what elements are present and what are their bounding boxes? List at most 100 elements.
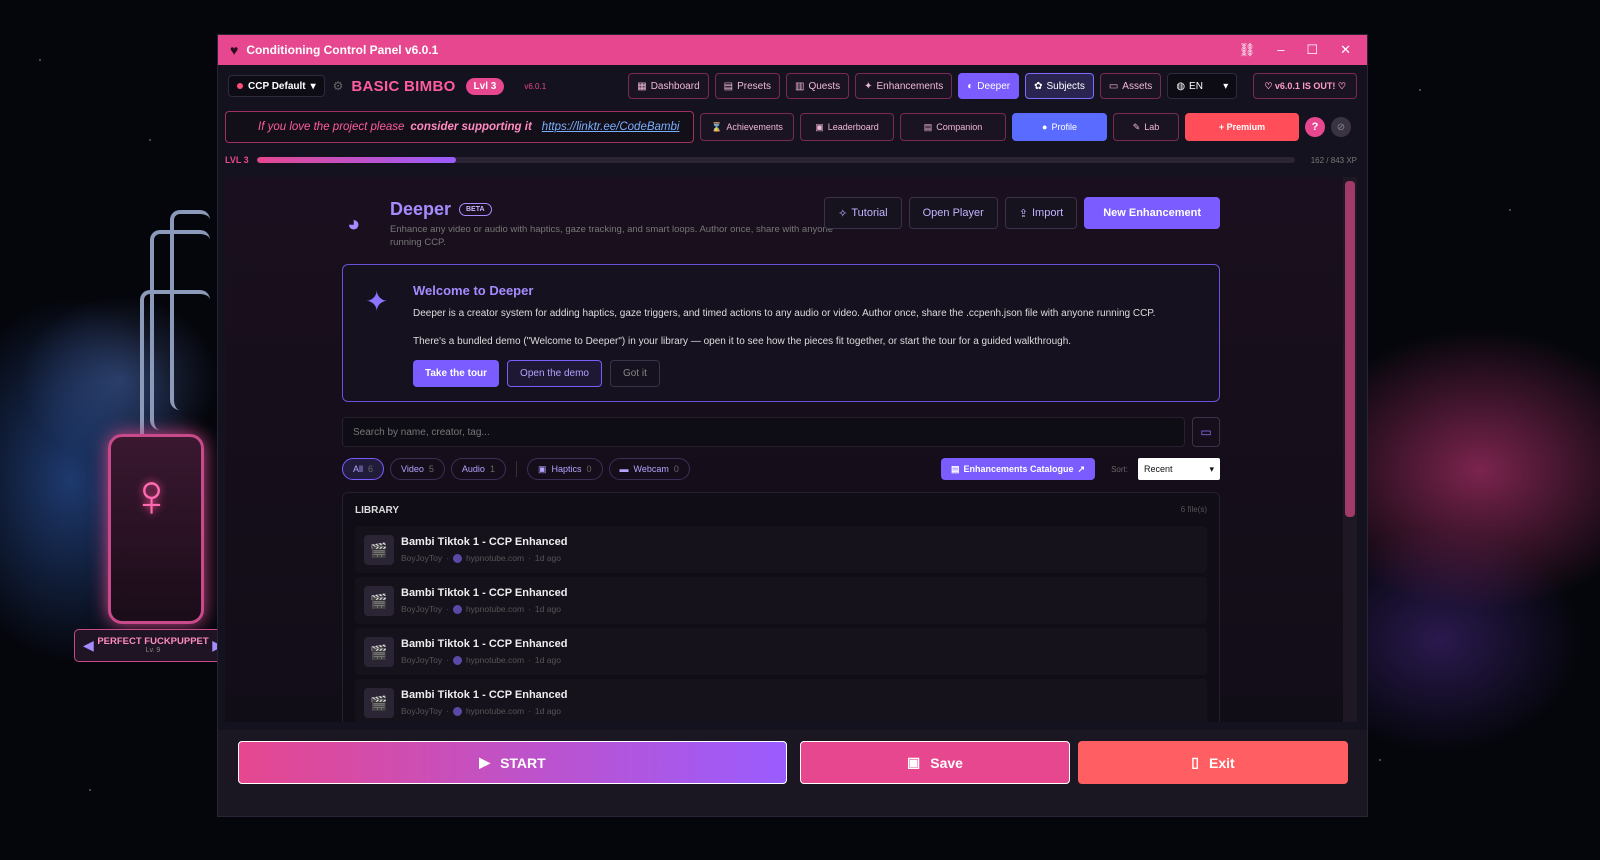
minimize-icon[interactable]: –	[1277, 42, 1284, 58]
chevron-down-icon: ▾	[1223, 80, 1229, 92]
clapperboard-icon: 🎬	[364, 637, 394, 667]
open-demo-button[interactable]: Open the demo	[507, 360, 602, 387]
list-item[interactable]: 🎬 Bambi Tiktok 1 - CCP Enhanced BoyJoyTo…	[355, 577, 1207, 624]
heart-icon: ♡	[1335, 80, 1346, 91]
user-icon: ●	[1042, 122, 1048, 132]
nav-presets[interactable]: ▤ Presets	[714, 73, 780, 99]
action-bar: ▶ START ▣ Save ▯ Exit	[218, 730, 1367, 816]
filter-audio[interactable]: Audio 1	[450, 458, 506, 480]
save-button[interactable]: ▣ Save	[800, 741, 1070, 784]
haptics-icon: ▣	[537, 463, 547, 474]
scrollbar-thumb[interactable]	[1345, 181, 1355, 517]
open-player-button[interactable]: Open Player	[908, 197, 998, 229]
heart-icon: ♡	[1264, 80, 1275, 91]
nav-lab[interactable]: ✎ Lab	[1113, 113, 1179, 141]
library-panel: LIBRARY 6 file(s) 🎬 Bambi Tiktok 1 - CCP…	[342, 492, 1220, 722]
rank-title: BASIC BIMBO	[351, 77, 456, 95]
start-button[interactable]: ▶ START	[238, 741, 787, 784]
take-tour-button[interactable]: Take the tour	[413, 360, 500, 387]
trophy-icon: ⌛	[711, 121, 723, 132]
page-subtitle: Enhance any video or audio with haptics,…	[390, 224, 834, 248]
chevron-down-icon: ▾	[310, 80, 316, 92]
nav-companion[interactable]: ▤ Companion	[900, 113, 1006, 141]
store-icon: ▤	[951, 463, 960, 474]
filter-haptics[interactable]: ▣ Haptics 0	[526, 458, 603, 480]
secondary-row: If you love the project please consider …	[225, 111, 1357, 143]
nav-profile[interactable]: ● Profile	[1012, 113, 1107, 141]
nav-deeper[interactable]: ◐ Deeper	[958, 73, 1020, 99]
nav-achievements[interactable]: ⌛ Achievements	[700, 113, 794, 141]
exit-door-icon: ▯	[1191, 754, 1200, 770]
preset-dot-icon	[237, 83, 243, 89]
list-item[interactable]: 🎬 Bambi Tiktok 1 - CCP Enhanced BoyJoyTo…	[355, 628, 1207, 675]
support-link[interactable]: https://linktr.ee/CodeBambi	[542, 121, 680, 133]
app-window: ♥ Conditioning Control Panel v6.0.1 ⛓ – …	[217, 34, 1368, 817]
clapperboard-icon: 🎬	[364, 688, 394, 718]
nav-dashboard[interactable]: ▦ Dashboard	[628, 73, 709, 99]
nav-subjects[interactable]: ✿ Subjects	[1025, 73, 1094, 99]
globe-icon	[452, 553, 462, 563]
folder-icon[interactable]: ▭	[1192, 417, 1220, 447]
nav-quests[interactable]: ▥ Quests	[785, 73, 850, 99]
header-row: CCP Default ▾ ⚙ BASIC BIMBO Lvl 3 v6.0.1…	[228, 71, 1357, 101]
link-icon[interactable]: ⛓	[1239, 42, 1256, 58]
beta-badge: BETA	[459, 203, 492, 216]
chevron-down-icon: ▾	[1209, 463, 1214, 474]
exit-button[interactable]: ▯ Exit	[1078, 741, 1348, 784]
import-button[interactable]: ⇪ Import	[1004, 197, 1078, 229]
list-item[interactable]: 🎬 Bambi Tiktok 1 - CCP Enhanced BoyJoyTo…	[355, 679, 1207, 722]
deeper-panel: ◕ Deeper BETA Enhance any video or audio…	[225, 177, 1357, 722]
scrollbar[interactable]	[1343, 177, 1357, 722]
filter-bar: All 6 Video 5 Audio 1 ▣ Haptics 0 ▬ Webcam 0 ▤ E…	[342, 457, 1220, 481]
xp-level-label: LVL 3	[225, 155, 249, 165]
library-count: 6 file(s)	[1180, 505, 1207, 514]
preset-label: CCP Default	[248, 80, 306, 92]
level-badge: Lvl 3	[465, 77, 505, 95]
globe-icon	[452, 706, 462, 716]
webcam-icon: ▬	[619, 464, 629, 474]
xp-progress-fill	[257, 157, 457, 163]
version-label: v6.0.1	[524, 81, 547, 91]
preset-select[interactable]: CCP Default ▾	[228, 75, 325, 97]
nav-assets[interactable]: ▭ Assets	[1099, 73, 1162, 99]
external-icon: ↗	[1077, 463, 1086, 474]
companion-prev-arrow-icon[interactable]: ◀	[83, 637, 94, 654]
close-icon[interactable]: ✕	[1340, 42, 1351, 58]
companion-tube[interactable]: ♀	[108, 434, 204, 624]
sparkle-icon: ✦	[864, 80, 873, 92]
xp-row: LVL 3 162 / 843 XP	[225, 153, 1357, 167]
gear-icon[interactable]: ⚙	[333, 79, 344, 93]
window-title: Conditioning Control Panel v6.0.1	[246, 43, 439, 57]
play-icon: ▶	[479, 754, 491, 770]
nav-leaderboard[interactable]: ▣ Leaderboard	[800, 113, 894, 141]
catalog-button[interactable]: ▤ Enhancements Catalogue ↗	[941, 458, 1096, 480]
new-enhancement-button[interactable]: New Enhancement	[1084, 197, 1220, 229]
companion-tag: ◀ PERFECT FUCKPUPPET Lv. 9 ▶	[74, 629, 232, 662]
filter-webcam[interactable]: ▬ Webcam 0	[608, 458, 690, 480]
language-select[interactable]: ◍ EN ▾	[1167, 73, 1238, 99]
list-item[interactable]: 🎬 Bambi Tiktok 1 - CCP Enhanced BoyJoyTo…	[355, 526, 1207, 573]
nav-enhancements[interactable]: ✦ Enhancements	[855, 73, 953, 99]
welcome-text-1: Deeper is a creator system for adding ha…	[413, 308, 1156, 319]
got-it-button[interactable]: Got it	[609, 360, 660, 387]
presets-icon: ▤	[723, 80, 734, 92]
library-title: LIBRARY	[355, 505, 400, 516]
maximize-icon[interactable]: ☐	[1306, 42, 1318, 58]
page-title: Deeper	[390, 199, 452, 219]
help-icon[interactable]: ?	[1305, 117, 1325, 137]
pen-icon: ✎	[1132, 121, 1141, 132]
companion-name: PERFECT FUCKPUPPET	[97, 636, 209, 647]
sort-select[interactable]: Recent ▾	[1138, 458, 1220, 480]
tutorial-button[interactable]: ✧ Tutorial	[824, 197, 902, 229]
clapperboard-icon: 🎬	[364, 535, 394, 565]
filter-divider	[515, 461, 517, 477]
globe-icon: ◍	[1176, 80, 1186, 92]
premium-button[interactable]: + Premium	[1185, 113, 1299, 141]
search-input[interactable]: Search by name, creator, tag...	[342, 417, 1185, 447]
filter-video[interactable]: Video 5	[390, 458, 445, 480]
account-link-icon[interactable]: ⊘	[1331, 117, 1351, 137]
update-button[interactable]: ♡ v6.0.1 IS OUT! ♡	[1253, 73, 1357, 99]
welcome-card: ✦ Welcome to Deeper Deeper is a creator …	[342, 264, 1220, 402]
folder-icon: ▭	[1108, 80, 1119, 92]
filter-all[interactable]: All 6	[342, 458, 385, 480]
